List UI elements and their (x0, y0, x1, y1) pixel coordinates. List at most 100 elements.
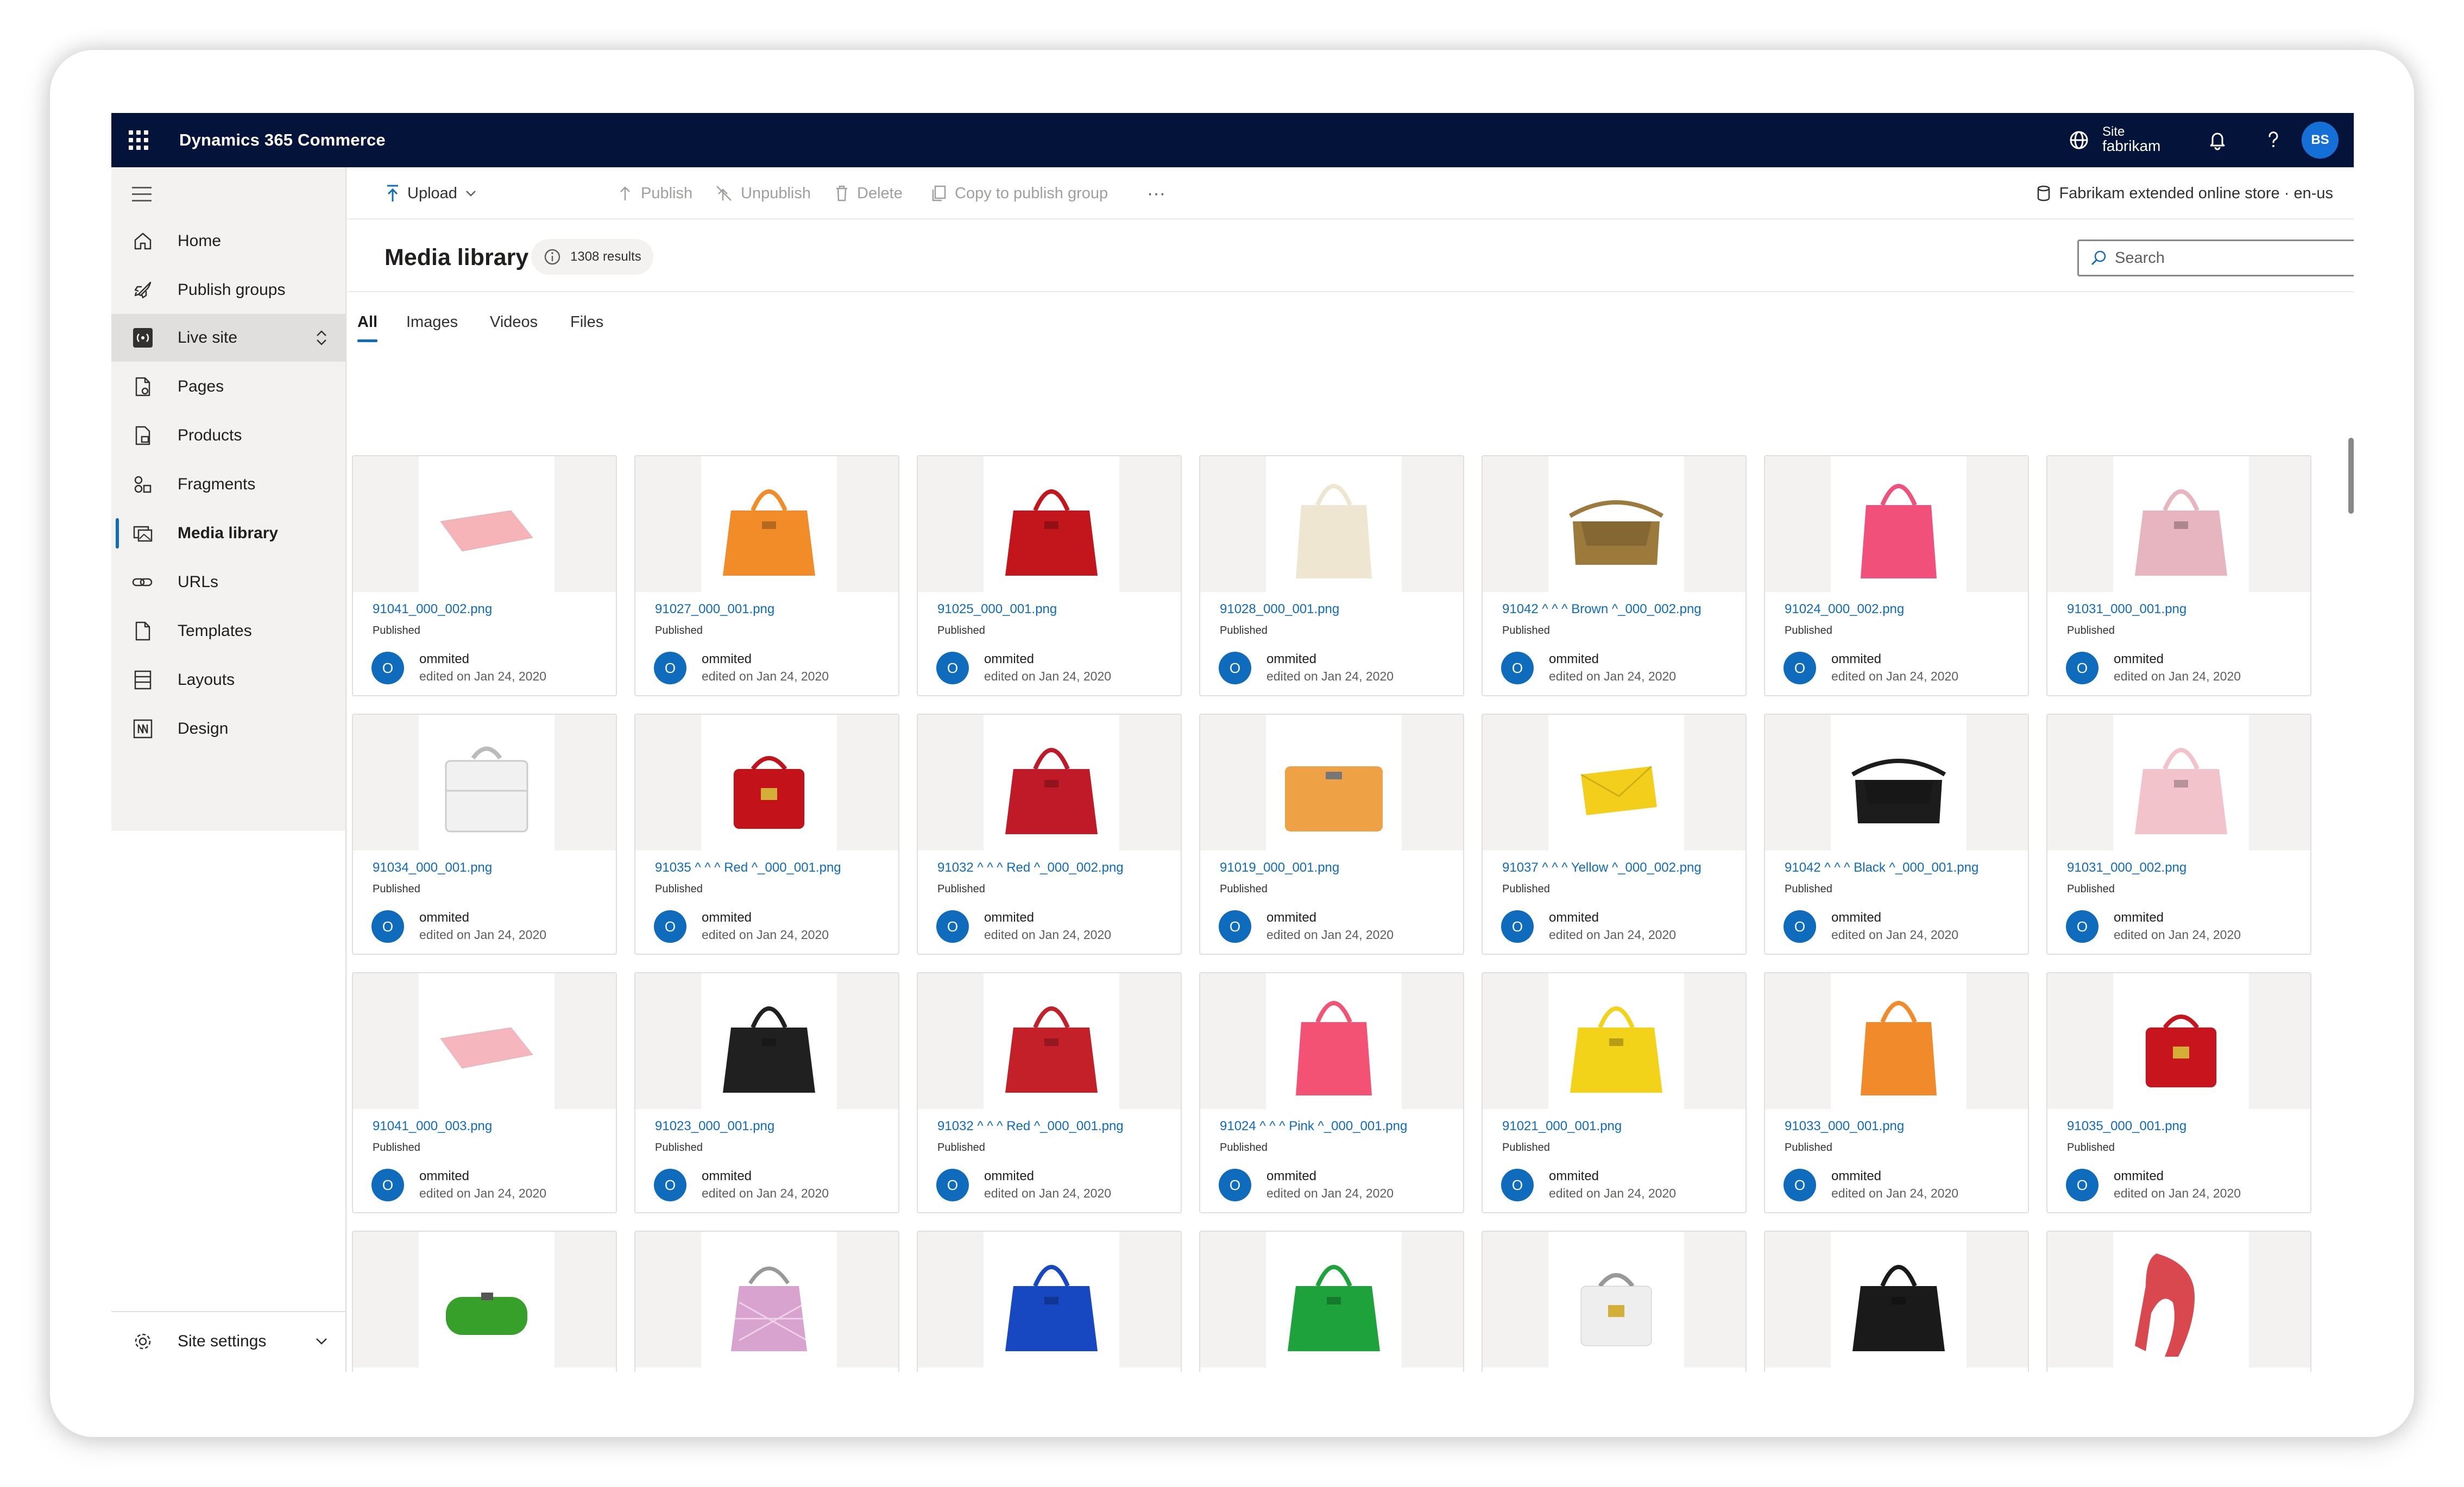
media-card[interactable]: 91031_000_001.png Published O ommited ed… (2046, 455, 2311, 696)
media-thumbnail-area[interactable] (2047, 456, 2310, 592)
copy-to-publish-group-button[interactable]: Copy to publish group (930, 167, 1108, 219)
media-file-name[interactable]: 91031_000_002.png (2067, 860, 2186, 875)
unpublish-button[interactable]: Unpublish (715, 167, 811, 219)
media-thumbnail-area[interactable] (353, 715, 616, 850)
product-image[interactable] (701, 973, 837, 1109)
media-thumbnail-area[interactable] (2047, 973, 2310, 1109)
media-thumbnail-area[interactable] (1483, 1232, 1745, 1368)
media-file-name[interactable]: 91021_000_001.png (1502, 1119, 1622, 1134)
media-card[interactable]: 91024 ^ ^ ^ Pink ^_000_001.png Published… (1199, 972, 1464, 1213)
media-card[interactable]: 91035_000_001.png Published O ommited ed… (2046, 972, 2311, 1213)
nav-item-products[interactable]: Products (111, 412, 345, 459)
media-file-name[interactable]: 91023_000_001.png (655, 1119, 774, 1134)
media-card[interactable]: 91014_000_001.png Published O ommited ed… (2046, 1231, 2311, 1372)
media-file-name[interactable]: 91042 ^ ^ ^ Brown ^_000_002.png (1502, 602, 1702, 617)
product-image[interactable] (2113, 973, 2249, 1109)
product-image[interactable] (1831, 456, 1967, 592)
product-image[interactable] (1831, 973, 1967, 1109)
tab-videos[interactable]: Videos (490, 302, 538, 342)
product-image[interactable] (1266, 1232, 1402, 1368)
media-card[interactable]: 91041_000_003.png Published O ommited ed… (352, 972, 617, 1213)
tab-images[interactable]: Images (406, 302, 458, 342)
media-thumbnail-area[interactable] (635, 715, 898, 850)
media-thumbnail-area[interactable] (1765, 1232, 2028, 1368)
media-thumbnail-area[interactable] (635, 973, 898, 1109)
nav-item-design[interactable]: Design (111, 705, 345, 753)
media-thumbnail-area[interactable] (353, 1232, 616, 1368)
media-card[interactable]: 91034_000_001.png Published O ommited ed… (352, 714, 617, 955)
nav-item-pages[interactable]: Pages (111, 363, 345, 411)
media-thumbnail-area[interactable] (918, 456, 1181, 592)
media-file-name[interactable]: 91032 ^ ^ ^ Red ^_000_001.png (937, 1119, 1124, 1134)
media-card[interactable]: 91037 ^ ^ ^ Yellow ^_000_002.png Publish… (1482, 714, 1747, 955)
product-image[interactable] (701, 456, 837, 592)
delete-button[interactable]: Delete (834, 167, 903, 219)
globe-icon[interactable] (2066, 128, 2091, 153)
media-thumbnail-area[interactable] (635, 456, 898, 592)
media-card[interactable]: 91035 ^ ^ ^ White ^_000_001.png Publishe… (1482, 1231, 1747, 1372)
hamburger-menu-icon[interactable] (132, 187, 152, 202)
upload-button[interactable]: Upload (386, 167, 484, 219)
product-image[interactable] (2113, 456, 2249, 592)
media-card[interactable]: 91024_000_002.png Published O ommited ed… (1764, 455, 2029, 696)
scrollbar-thumb[interactable] (2348, 438, 2354, 514)
media-card[interactable]: 91039_000_001.png Published O ommited ed… (634, 1231, 899, 1372)
media-file-name[interactable]: 91041_000_003.png (373, 1119, 492, 1134)
nav-item-media-library[interactable]: Media library (111, 509, 345, 557)
media-thumbnail-area[interactable] (353, 456, 616, 592)
bell-icon[interactable] (2205, 128, 2230, 153)
media-card[interactable]: 91021_000_001.png Published O ommited ed… (1482, 972, 1747, 1213)
media-card[interactable]: 91032 ^ ^ ^ Black ^_000_002.png Publishe… (1764, 1231, 2029, 1372)
media-card[interactable]: 91027_000_001.png Published O ommited ed… (634, 455, 899, 696)
app-title[interactable]: Dynamics 365 Commerce (179, 129, 386, 151)
product-image[interactable] (419, 456, 554, 592)
media-thumbnail-area[interactable] (1765, 456, 2028, 592)
product-image[interactable] (1266, 715, 1402, 850)
media-file-name[interactable]: 91025_000_001.png (937, 602, 1057, 617)
tab-files[interactable]: Files (570, 302, 603, 342)
tab-all[interactable]: All (357, 302, 378, 342)
media-card[interactable]: 91040_000_001.png Published O ommited ed… (352, 1231, 617, 1372)
media-card[interactable]: 91019_000_001.png Published O ommited ed… (1199, 714, 1464, 955)
media-file-name[interactable]: 91027_000_001.png (655, 602, 774, 617)
app-launcher-icon[interactable] (128, 129, 149, 151)
media-card[interactable]: 91025_000_001.png Published O ommited ed… (917, 455, 1182, 696)
product-image[interactable] (1831, 1232, 1967, 1368)
media-file-name[interactable]: 91035 ^ ^ ^ Red ^_000_001.png (655, 860, 841, 875)
nav-item-layouts[interactable]: Layouts (111, 656, 345, 704)
media-card[interactable]: 91032 ^ ^ ^ Green ^_000_001.png Publishe… (1199, 1231, 1464, 1372)
media-thumbnail-area[interactable] (1200, 715, 1463, 850)
product-image[interactable] (1266, 973, 1402, 1109)
nav-item-templates[interactable]: Templates (111, 607, 345, 655)
media-thumbnail-area[interactable] (1483, 456, 1745, 592)
media-file-name[interactable]: 91024_000_002.png (1785, 602, 1904, 617)
media-card[interactable]: 91032 ^ ^ ^ Red ^_000_001.png Published … (917, 972, 1182, 1213)
media-file-name[interactable]: 91034_000_001.png (373, 860, 492, 875)
product-image[interactable] (984, 973, 1119, 1109)
media-thumbnail-area[interactable] (2047, 715, 2310, 850)
media-thumbnail-area[interactable] (635, 1232, 898, 1368)
nav-item-site-settings[interactable]: Site settings (111, 1318, 345, 1365)
publish-button[interactable]: Publish (617, 167, 692, 219)
nav-item-publish-groups[interactable]: Publish groups (111, 266, 345, 314)
media-file-name[interactable]: 91019_000_001.png (1220, 860, 1339, 875)
media-file-name[interactable]: 91031_000_001.png (2067, 602, 2186, 617)
product-image[interactable] (1548, 715, 1684, 850)
media-card[interactable]: 91029_000_001.png Published O ommited ed… (917, 1231, 1182, 1372)
media-card[interactable]: 91033_000_001.png Published O ommited ed… (1764, 972, 2029, 1213)
search-input[interactable]: Search (2077, 240, 2354, 276)
product-image[interactable] (1548, 1232, 1684, 1368)
product-image[interactable] (419, 1232, 554, 1368)
expand-collapse-icon[interactable] (313, 328, 330, 348)
media-file-name[interactable]: 91033_000_001.png (1785, 1119, 1904, 1134)
media-thumbnail-area[interactable] (918, 1232, 1181, 1368)
media-card[interactable]: 91023_000_001.png Published O ommited ed… (634, 972, 899, 1213)
media-thumbnail-area[interactable] (1765, 973, 2028, 1109)
product-image[interactable] (419, 715, 554, 850)
product-image[interactable] (1548, 456, 1684, 592)
store-selector[interactable]: Fabrikam extended online store · en-us (2036, 167, 2333, 219)
user-avatar[interactable]: BS (2302, 122, 2339, 159)
media-thumbnail-area[interactable] (1765, 715, 2028, 850)
chevron-down-icon[interactable] (313, 1334, 330, 1349)
media-card[interactable]: 91035 ^ ^ ^ Red ^_000_001.png Published … (634, 714, 899, 955)
